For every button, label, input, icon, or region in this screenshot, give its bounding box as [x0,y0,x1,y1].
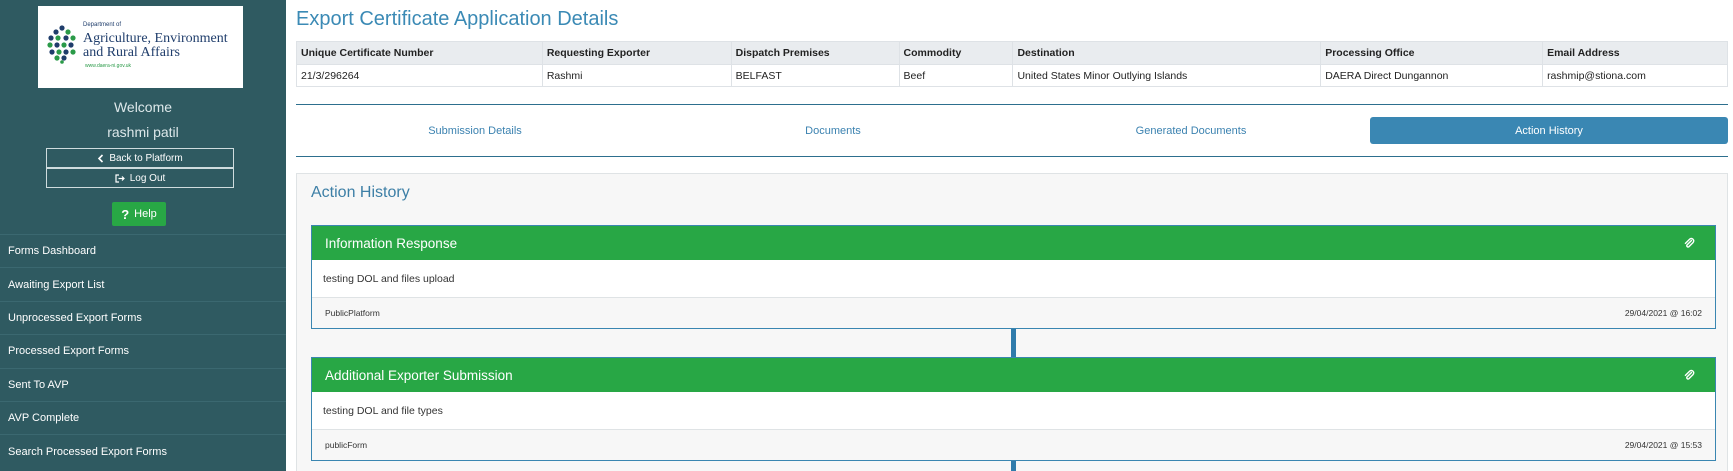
cell-dispatch-premises: BELFAST [730,64,900,87]
history-entry-heading: Information Response [325,235,458,251]
history-entry-header: Information Response [312,226,1715,260]
timeline-connector [1011,461,1016,471]
help-label: Help [134,208,157,220]
user-name: rashmi patil [107,124,179,140]
back-to-platform-label: Back to Platform [109,152,183,164]
sidebar: Department of Agriculture, Environment a… [0,0,286,471]
tab-documents[interactable]: Documents [654,117,1012,144]
logo-dots-icon [47,25,76,64]
sidebar-nav: Forms Dashboard Awaiting Export List Unp… [0,234,286,468]
history-entry-header: Additional Exporter Submission [312,358,1715,392]
tab-action-history[interactable]: Action History [1370,117,1728,144]
history-entry-source: publicForm [325,440,368,450]
certificate-summary-table: Unique Certificate Number Requesting Exp… [296,41,1728,87]
cell-commodity: Beef [898,64,1014,87]
history-entry: Information Response testing DOL and fil… [311,225,1716,329]
header-email-address: Email Address [1542,41,1728,65]
history-entry-footer: publicForm 29/04/2021 @ 15:53 [312,430,1715,460]
log-out-button[interactable]: Log Out [46,168,234,188]
nav-item-avp-complete[interactable]: AVP Complete [0,400,286,434]
nav-item-sent-to-avp[interactable]: Sent To AVP [0,367,286,401]
help-button[interactable]: ? Help [112,202,166,226]
page-title: Export Certificate Application Details [296,8,619,30]
nav-item-unprocessed-export-forms[interactable]: Unprocessed Export Forms [0,300,286,334]
daera-logo[interactable]: Department of Agriculture, Environment a… [38,6,243,88]
action-history-panel: Action History Information Response test… [296,173,1728,471]
logo-url: www.daera-ni.gov.uk [85,63,132,69]
action-history-title: Action History [311,184,410,201]
tab-submission-details[interactable]: Submission Details [296,117,654,144]
nav-item-awaiting-export-list[interactable]: Awaiting Export List [0,267,286,300]
table-header-row: Unique Certificate Number Requesting Exp… [296,41,1728,65]
history-entry-heading: Additional Exporter Submission [325,367,513,383]
sign-out-icon [115,173,125,183]
header-commodity: Commodity [898,41,1014,65]
history-entry-source: PublicPlatform [325,308,380,318]
nav-item-processed-export-forms[interactable]: Processed Export Forms [0,334,286,367]
tab-generated-documents[interactable]: Generated Documents [1012,117,1370,144]
cell-destination: United States Minor Outlying Islands [1012,64,1322,87]
chevron-left-icon [98,153,104,163]
history-entry-timestamp: 29/04/2021 @ 15:53 [1624,440,1702,450]
history-entry-timestamp: 29/04/2021 @ 16:02 [1624,308,1702,318]
header-processing-office: Processing Office [1320,41,1544,65]
welcome-text: Welcome [113,99,173,115]
history-entry-body: testing DOL and files upload [312,260,1715,298]
cell-processing-office: DAERA Direct Dungannon [1320,64,1544,87]
timeline-connector [1011,329,1016,357]
header-certificate-number: Unique Certificate Number [296,41,543,65]
nav-item-forms-dashboard[interactable]: Forms Dashboard [0,234,286,267]
header-requesting-exporter: Requesting Exporter [541,41,732,65]
tab-bar: Submission Details Documents Generated D… [296,104,1728,157]
history-entry: Additional Exporter Submission testing D… [311,357,1716,461]
history-entry-body: testing DOL and file types [312,392,1715,430]
cell-requesting-exporter: Rashmi [541,64,732,87]
paperclip-icon[interactable] [1683,237,1695,249]
question-mark-icon: ? [121,206,130,222]
back-to-platform-button[interactable]: Back to Platform [46,148,234,168]
logo-line-2: and Rural Affairs [83,45,180,60]
header-destination: Destination [1012,41,1322,65]
logo-department-text: Department of [83,22,122,28]
cell-certificate-number: 21/3/296264 [296,64,543,87]
paperclip-icon[interactable] [1683,369,1695,381]
table-row: 21/3/296264 Rashmi BELFAST Beef United S… [296,64,1728,87]
log-out-label: Log Out [129,172,166,184]
cell-email-address: rashmip@stiona.com [1542,64,1728,87]
header-dispatch-premises: Dispatch Premises [730,41,900,65]
history-entry-footer: PublicPlatform 29/04/2021 @ 16:02 [312,298,1715,328]
nav-item-search-processed-export-forms[interactable]: Search Processed Export Forms [0,434,286,467]
